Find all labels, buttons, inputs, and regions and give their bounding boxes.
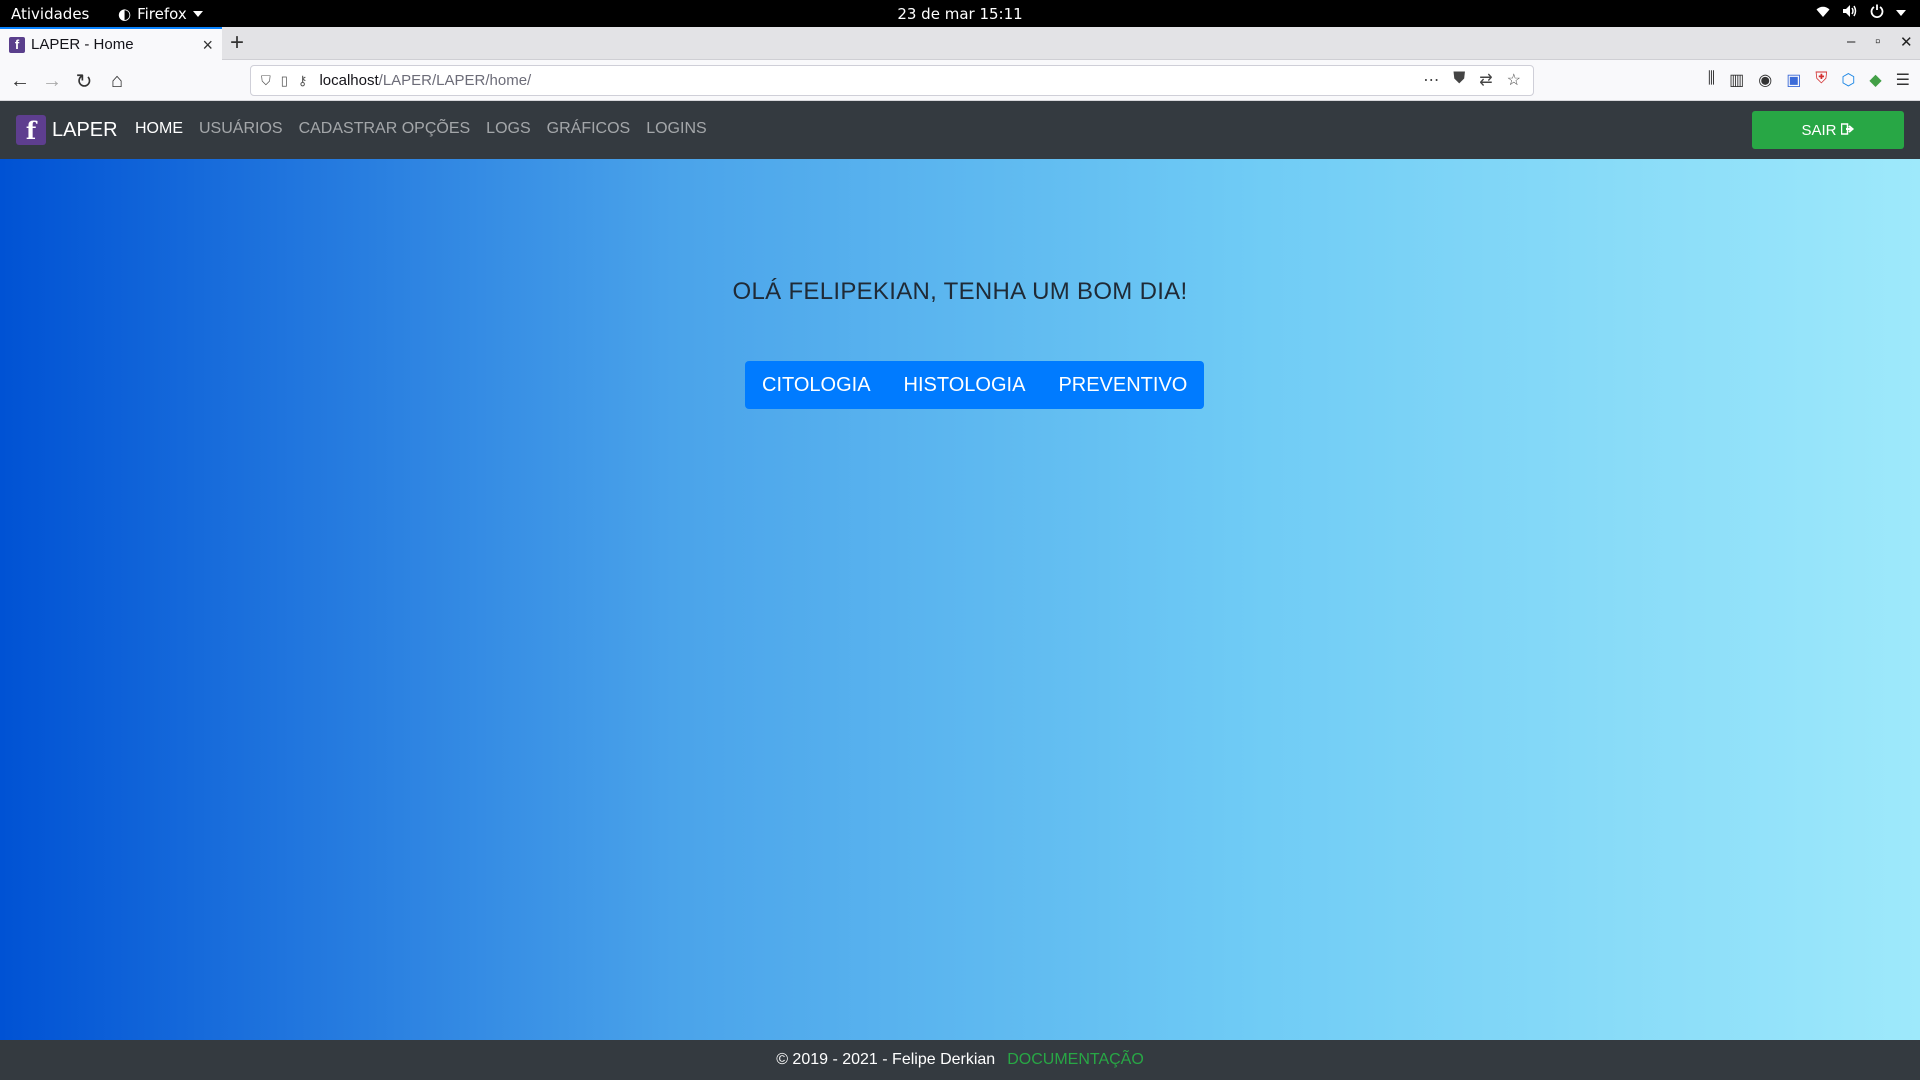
chevron-down-icon [1896,10,1906,16]
logout-label: SAIR [1801,121,1837,139]
url-host: localhost [319,72,379,89]
wifi-icon [1816,4,1830,22]
nav-usuarios[interactable]: USUÁRIOS [199,120,283,138]
shield-icon[interactable]: ⛉ [261,73,271,89]
home-icon[interactable]: ⌂ [104,68,130,94]
nav-cadastrar-opcoes[interactable]: CADASTRAR OPÇÕES [299,120,471,138]
site-favicon-icon: f [9,36,25,53]
close-tab-icon[interactable]: × [202,35,213,56]
citologia-button[interactable]: CITOLOGIA [762,374,871,397]
documentation-link[interactable]: DOCUMENTAÇÃO [1007,1051,1144,1069]
copyright-text: © 2019 - 2021 - Felipe Derkian [776,1051,996,1068]
hamburger-menu-icon[interactable]: ☰ [1896,70,1910,90]
new-tab-icon[interactable]: + [230,29,244,57]
colorful-extension-icon[interactable]: ◆ [1869,70,1881,90]
close-window-icon[interactable]: ✕ [1900,33,1913,51]
exam-button-group: CITOLOGIA HISTOLOGIA PREVENTIVO [745,361,1205,409]
translate-icon[interactable]: ⇄ [1479,70,1492,90]
clock[interactable]: 23 de mar 15:11 [0,5,1920,23]
back-icon[interactable]: ← [7,68,33,94]
greeting-heading: OLÁ FELIPEKIAN, TENHA UM BOM DIA! [732,278,1188,305]
preventivo-button[interactable]: PREVENTIVO [1058,374,1187,397]
brand[interactable]: f LAPER [16,115,118,145]
footer: © 2019 - 2021 - Felipe Derkian DOCUMENTA… [0,1040,1920,1080]
system-top-bar: Atividades ◐ Firefox 23 de mar 15:11 [0,0,1920,27]
sidebar-icon[interactable]: ▥ [1729,70,1744,90]
app-navbar: f LAPER HOME USUÁRIOS CADASTRAR OPÇÕES L… [0,101,1920,159]
nav-logins[interactable]: LOGINS [646,120,706,138]
more-actions-icon[interactable]: ⋯ [1423,70,1439,90]
forward-icon[interactable]: → [39,68,65,94]
browser-toolbar: ← → ↻ ⌂ ⛉ ▯ ⚷ localhost /LAPER/LAPER/hom… [0,60,1920,101]
brand-logo: f [16,115,46,145]
key-icon: ⚷ [297,72,308,88]
ublock-icon[interactable]: ⛨ [1815,70,1827,90]
main-menu: HOME USUÁRIOS CADASTRAR OPÇÕES LOGS GRÁF… [135,120,707,138]
logout-button[interactable]: SAIR [1752,111,1904,149]
sign-out-icon [1840,122,1855,139]
web-page: f LAPER HOME USUÁRIOS CADASTRAR OPÇÕES L… [0,101,1920,1080]
histologia-button[interactable]: HISTOLOGIA [904,374,1026,397]
minimize-icon[interactable]: – [1847,33,1855,50]
bookmark-star-icon[interactable]: ☆ [1507,70,1521,90]
nav-logs[interactable]: LOGS [486,120,530,138]
pocket-icon[interactable]: ⛊ [1453,70,1465,90]
reload-icon[interactable]: ↻ [71,68,97,94]
page-icon: ▯ [280,72,288,88]
volume-icon [1842,4,1858,22]
url-bar[interactable]: ⛉ ▯ ⚷ localhost /LAPER/LAPER/home/ ⋯ ⛊ ⇄… [250,65,1534,96]
url-path: /LAPER/LAPER/home/ [378,72,532,89]
nav-graficos[interactable]: GRÁFICOS [547,120,631,138]
tab-title: LAPER - Home [31,36,134,53]
maximize-icon[interactable]: ▫ [1875,33,1880,50]
system-tray[interactable] [1816,4,1906,22]
nav-home[interactable]: HOME [135,120,183,138]
power-icon [1870,4,1884,22]
hero-section: OLÁ FELIPEKIAN, TENHA UM BOM DIA! CITOLO… [0,159,1920,1040]
tab-strip: f LAPER - Home × + – ▫ ✕ [0,27,1920,60]
library-icon[interactable]: ⫼ [1708,70,1715,90]
translate-extension-icon[interactable]: ▣ [1786,70,1801,90]
browser-tab[interactable]: f LAPER - Home × [0,27,222,60]
brand-name: LAPER [52,118,118,141]
account-icon[interactable]: ◉ [1758,70,1772,90]
extension-icon[interactable]: ⬡ [1841,70,1855,90]
